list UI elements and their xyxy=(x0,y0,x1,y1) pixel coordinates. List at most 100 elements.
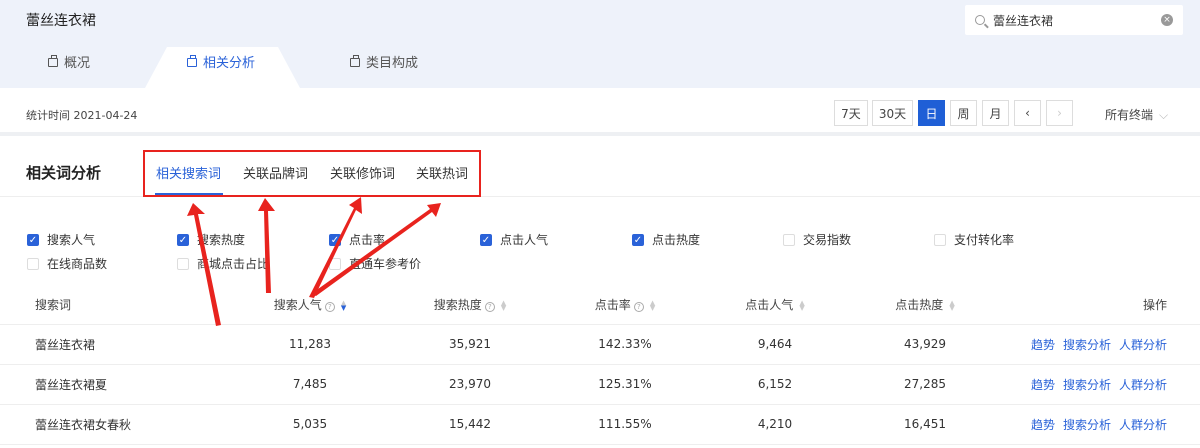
metric-checkbox[interactable]: 交易指数 xyxy=(783,231,851,248)
metric-checkbox[interactable]: 在线商品数 xyxy=(27,255,107,272)
date-toolbar: 统计时间 2021-04-24 7天 30天 日 周 月 ‹ › 所有终端 ⌵ xyxy=(0,88,1200,136)
table-header: 搜索词 搜索人气 ? ▲ ▼ 搜索热度 ? ▲ ▼ 点击率 ? ▲ ▼ 点击人气 ▲ ▼ 点击热度 ▲ ▼… xyxy=(0,286,1200,325)
tab-label: 相关分析 xyxy=(203,56,256,71)
tab-category[interactable]: 类目构成 xyxy=(350,52,418,71)
section-title: 相关词分析 xyxy=(26,164,102,182)
actions-cell: 趋势 搜索分析 人群分析 xyxy=(1000,404,1200,445)
search-input[interactable]: 蕾丝连衣裙 × xyxy=(965,5,1183,35)
value-cell: 23,970 xyxy=(390,364,550,405)
metric-label: 商城点击占比 xyxy=(197,257,270,271)
table-row: 蕾丝连衣裙夏 7,485 23,970 125.31% 6,152 27,285 趋势 搜索分… xyxy=(0,364,1200,405)
tab-label: 类目构成 xyxy=(366,56,419,71)
trend-link[interactable]: 趋势 xyxy=(1031,338,1055,352)
metric-checkbox[interactable]: ✓ 点击率 xyxy=(329,231,385,248)
search-analysis-link[interactable]: 搜索分析 xyxy=(1063,338,1111,352)
col-label: 搜索热度 xyxy=(433,298,482,313)
checkbox-icon[interactable] xyxy=(177,257,189,270)
sort-icon[interactable]: ▲ ▼ xyxy=(799,299,804,311)
actions-cell: 趋势 搜索分析 人群分析 xyxy=(1000,364,1200,405)
metric-checkbox[interactable]: ✓ 点击热度 xyxy=(632,231,700,248)
metric-label: 搜索热度 xyxy=(197,233,246,247)
range-7d-button[interactable]: 7天 xyxy=(834,100,868,126)
keyword-cell: 蕾丝连衣裙 xyxy=(0,324,230,365)
col-label: 点击热度 xyxy=(895,298,944,313)
value-cell: 27,285 xyxy=(850,364,1000,405)
page-title: 蕾丝连衣裙 xyxy=(26,13,96,29)
bag-icon xyxy=(48,55,58,67)
sort-icon[interactable]: ▲ ▼ xyxy=(949,299,954,311)
tab-related-analysis[interactable]: 相关分析 xyxy=(187,52,255,71)
table-row: 蕾丝连衣裙 11,283 35,921 142.33% 9,464 43,929 趋势 搜索分… xyxy=(0,324,1200,365)
sort-icon[interactable]: ▲ ▼ xyxy=(501,299,506,311)
search-icon xyxy=(975,15,985,25)
metric-checkbox[interactable]: ✓ 点击人气 xyxy=(480,231,548,248)
checkbox-icon[interactable]: ✓ xyxy=(632,233,644,246)
search-analysis-link[interactable]: 搜索分析 xyxy=(1063,418,1111,432)
crowd-analysis-link[interactable]: 人群分析 xyxy=(1119,418,1167,432)
search-analysis-link[interactable]: 搜索分析 xyxy=(1063,378,1111,392)
checkbox-icon[interactable] xyxy=(934,233,946,246)
search-value: 蕾丝连衣裙 xyxy=(993,13,1054,28)
col-actions: 操作 xyxy=(1000,286,1200,325)
help-icon[interactable]: ? xyxy=(484,302,495,313)
prev-button[interactable]: ‹ xyxy=(1014,100,1041,126)
value-cell: 11,283 xyxy=(230,324,390,365)
metric-checkbox[interactable]: ✓ 搜索人气 xyxy=(27,231,95,248)
tab-overview[interactable]: 概况 xyxy=(48,52,90,71)
range-30d-button[interactable]: 30天 xyxy=(872,100,913,126)
col-label: 点击率 xyxy=(594,298,631,313)
value-cell: 111.55% xyxy=(550,404,700,445)
value-cell: 43,929 xyxy=(850,324,1000,365)
arrow-icon xyxy=(258,198,275,293)
checkbox-icon[interactable] xyxy=(329,257,341,270)
value-cell: 7,485 xyxy=(230,364,390,405)
metric-checkbox[interactable]: 支付转化率 xyxy=(934,231,1014,248)
related-words-table: 搜索词 搜索人气 ? ▲ ▼ 搜索热度 ? ▲ ▼ 点击率 ? ▲ ▼ 点击人气 ▲ ▼ 点击热度 ▲ ▼… xyxy=(0,286,1200,445)
value-cell: 142.33% xyxy=(550,324,700,365)
next-button[interactable]: › xyxy=(1046,100,1073,126)
col-search-popularity[interactable]: 搜索人气 ? ▲ ▼ xyxy=(230,286,390,325)
col-click-popularity[interactable]: 点击人气 ▲ ▼ xyxy=(700,286,850,325)
clear-icon[interactable]: × xyxy=(1161,14,1173,26)
annotation-box xyxy=(143,150,481,197)
trend-link[interactable]: 趋势 xyxy=(1031,418,1055,432)
col-label: 搜索人气 xyxy=(273,298,322,313)
col-ctr[interactable]: 点击率 ? ▲ ▼ xyxy=(550,286,700,325)
terminal-select[interactable]: 所有终端 ⌵ xyxy=(1105,106,1168,123)
range-week-button[interactable]: 周 xyxy=(950,100,977,126)
value-cell: 4,210 xyxy=(700,404,850,445)
help-icon[interactable]: ? xyxy=(633,302,644,313)
arrow-icon xyxy=(311,203,441,296)
sort-icon[interactable]: ▲ ▼ xyxy=(650,299,655,311)
metric-label: 交易指数 xyxy=(803,233,852,247)
value-cell: 6,152 xyxy=(700,364,850,405)
col-click-heat[interactable]: 点击热度 ▲ ▼ xyxy=(850,286,1000,325)
metric-label: 点击人气 xyxy=(500,233,549,247)
metric-checkbox[interactable]: 商城点击占比 xyxy=(177,255,269,272)
metric-label: 搜索人气 xyxy=(47,233,96,247)
value-cell: 35,921 xyxy=(390,324,550,365)
sort-icon[interactable]: ▲ ▼ xyxy=(341,299,346,311)
metric-checkbox[interactable]: ✓ 搜索热度 xyxy=(177,231,245,248)
checkbox-icon[interactable]: ✓ xyxy=(27,233,39,246)
checkbox-icon[interactable] xyxy=(783,233,795,246)
table-row: 蕾丝连衣裙女春秋 5,035 15,442 111.55% 4,210 16,451 趋势搜… xyxy=(0,404,1200,445)
col-label: 点击人气 xyxy=(745,298,794,313)
trend-link[interactable]: 趋势 xyxy=(1031,378,1055,392)
checkbox-icon[interactable] xyxy=(27,257,39,270)
col-search-heat[interactable]: 搜索热度 ? ▲ ▼ xyxy=(390,286,550,325)
value-cell: 15,442 xyxy=(390,404,550,445)
range-day-button[interactable]: 日 xyxy=(918,100,945,126)
stat-date: 统计时间 2021-04-24 xyxy=(26,109,138,122)
chevron-down-icon: ⌵ xyxy=(1159,108,1169,122)
range-month-button[interactable]: 月 xyxy=(982,100,1009,126)
terminal-label: 所有终端 xyxy=(1105,108,1154,122)
checkbox-icon[interactable]: ✓ xyxy=(177,233,189,246)
crowd-analysis-link[interactable]: 人群分析 xyxy=(1119,378,1167,392)
metric-label: 在线商品数 xyxy=(47,257,108,271)
crowd-analysis-link[interactable]: 人群分析 xyxy=(1119,338,1167,352)
help-icon[interactable]: ? xyxy=(324,302,335,313)
checkbox-icon[interactable]: ✓ xyxy=(329,233,341,246)
checkbox-icon[interactable]: ✓ xyxy=(480,233,492,246)
metric-checkbox[interactable]: 直通车参考价 xyxy=(329,255,421,272)
